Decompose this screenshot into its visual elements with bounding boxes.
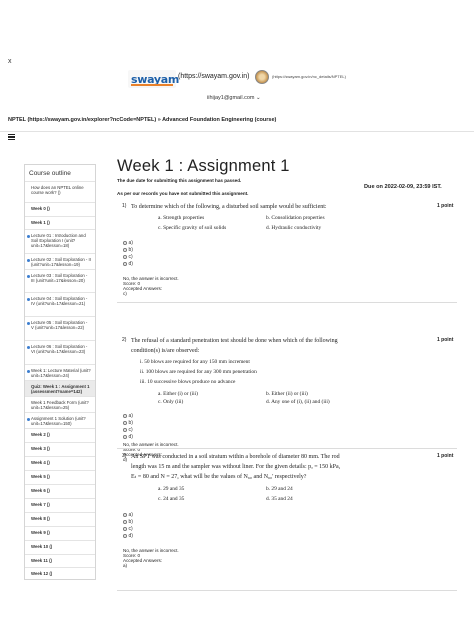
question-points: 1 point [437, 337, 454, 343]
radio-option-a[interactable]: a) [123, 413, 133, 419]
sidebar-item-lecture-03[interactable]: Lecture 03 : Soil Exploration - III (uni… [25, 269, 95, 286]
swayam-logo[interactable]: swayam [128, 70, 179, 88]
sidebar-item-week-10[interactable]: Week 10 () [25, 540, 95, 552]
sidebar-item-week-12[interactable]: Week 12 () [25, 567, 95, 579]
option-text: c. 24 and 35 [158, 496, 185, 502]
sidebar-item-week-1[interactable]: Week 1 () [25, 216, 95, 228]
option-text: b. Consolidation properties [266, 215, 325, 221]
answer-feedback: No, the answer is incorrect. Score: 0 Ac… [123, 548, 179, 568]
status-dot-icon [26, 369, 30, 373]
question-text: An SPT was conducted in a soil stratum w… [131, 454, 341, 480]
sidebar-item-week-6[interactable]: Week 6 () [25, 484, 95, 496]
sidebar-item-week-3[interactable]: Week 3 () [25, 442, 95, 454]
question-number: 2) [122, 337, 127, 343]
radio-option-c[interactable]: c) [123, 526, 133, 532]
option-text: d. Any one of (i), (ii) and (iii) [266, 399, 330, 405]
hamburger-menu-icon[interactable] [8, 134, 15, 141]
condition-text: iii. 10 successive blows produce no adva… [140, 379, 236, 385]
user-menu[interactable]: iihijay1@gmail.com ⌄ [207, 95, 261, 101]
radio-option-b[interactable]: b) [123, 420, 133, 426]
sidebar-item-lecture-04[interactable]: Lecture 04 : Soil Exploration - IV (unit… [25, 292, 95, 309]
radio-option-c[interactable]: c) [123, 254, 133, 260]
sidebar-item-lecture-material[interactable]: Week 1: Lecture Material (unit?unit=17&l… [25, 364, 95, 381]
radio-option-a[interactable]: a) [123, 512, 133, 518]
radio-option-b[interactable]: b) [123, 519, 133, 525]
radio-option-d[interactable]: d) [123, 261, 133, 267]
sidebar-item-lecture-01[interactable]: Lecture 01 : Introduction and Soil Explo… [25, 229, 95, 252]
chevron-down-icon: ⌄ [256, 95, 261, 101]
question-number: 1) [122, 203, 127, 209]
option-text: a. Strength properties [158, 215, 205, 221]
status-dot-icon [26, 345, 30, 349]
status-dot-icon [26, 321, 30, 325]
condition-text: i. 50 blows are required for any 150 mm … [140, 359, 250, 365]
nptel-link[interactable]: (https://swayam.gov.in/nc_details/NPTEL) [272, 74, 346, 79]
option-text: c. Specific gravity of soil solids [158, 225, 227, 231]
sidebar-title: Course outline [29, 170, 71, 177]
nptel-emblem-icon[interactable] [255, 70, 269, 84]
sidebar-item-how-it-works[interactable]: How does an NPTEL online course work? () [25, 181, 95, 198]
sidebar-item-lecture-05[interactable]: Lecture 05 : Soil Exploration - V (unit?… [25, 316, 95, 333]
user-email: iihijay1@gmail.com [207, 95, 255, 101]
question-divider [117, 448, 457, 449]
radio-option-c[interactable]: c) [123, 427, 133, 433]
question-points: 1 point [437, 453, 454, 459]
due-date-passed-note: The due date for submitting this assignm… [117, 178, 242, 183]
option-text: c. Only (iii) [158, 399, 184, 405]
logo-underline [131, 84, 173, 86]
status-dot-icon [26, 234, 30, 238]
question-divider [117, 302, 457, 303]
option-text: b. 29 and 24 [266, 486, 293, 492]
radio-option-b[interactable]: b) [123, 247, 133, 253]
option-text: d. 35 and 24 [266, 496, 293, 502]
status-dot-icon [26, 417, 30, 421]
sidebar-item-week-9[interactable]: Week 9 () [25, 526, 95, 538]
sidebar-item-week-4[interactable]: Week 4 () [25, 456, 95, 468]
due-date: Due on 2022-02-09, 23:59 IST. [364, 184, 442, 190]
radio-option-d[interactable]: d) [123, 533, 133, 539]
option-text: a. Either (i) or (iii) [158, 391, 198, 397]
header-divider [0, 131, 474, 132]
option-text: b. Either (ii) or (iii) [266, 391, 308, 397]
swayam-link[interactable]: (https://swayam.gov.in) [178, 73, 249, 80]
sidebar-item-feedback-form[interactable]: Week 1 Feedback Form (unit?unit=17&lesso… [25, 396, 95, 413]
question-number: 3) [122, 453, 127, 459]
sidebar-item-week-0[interactable]: Week 0 () [25, 202, 95, 214]
sidebar-item-assignment-solution[interactable]: Assignment 1 Solution (unit?unit=17&less… [25, 412, 95, 429]
sidebar-item-week-11[interactable]: Week 11 () [25, 554, 95, 566]
sidebar-item-week-8[interactable]: Week 8 () [25, 512, 95, 524]
breadcrumb[interactable]: NPTEL (https://swayam.gov.in/explorer?nc… [8, 117, 276, 123]
radio-option-a[interactable]: a) [123, 240, 133, 246]
question-points: 1 point [437, 203, 454, 209]
course-outline-sidebar: Course outline How does an NPTEL online … [24, 164, 96, 580]
not-submitted-note: As per our records you have not submitte… [117, 191, 249, 196]
question-text: To determine which of the following, a d… [131, 204, 327, 210]
sidebar-item-lecture-02[interactable]: Lecture 02 : Soil Exploration - II (unit… [25, 253, 95, 270]
option-text: d. Hydraulic conductivity [266, 225, 322, 231]
sidebar-item-week-2[interactable]: Week 2 () [25, 428, 95, 440]
sidebar-item-week-5[interactable]: Week 5 () [25, 470, 95, 482]
sidebar-item-lecture-06[interactable]: Lecture 06 : Soil Exploration - VI (unit… [25, 340, 95, 357]
question-text: The refusal of a standard penetration te… [131, 338, 338, 354]
status-dot-icon [26, 258, 30, 262]
status-dot-icon [26, 297, 30, 301]
sidebar-item-week-7[interactable]: Week 7 () [25, 498, 95, 510]
condition-text: ii. 100 blows are required for any 300 m… [140, 369, 257, 375]
close-icon[interactable]: x [8, 58, 12, 65]
radio-option-d[interactable]: d) [123, 434, 133, 440]
option-text: a. 29 and 35 [158, 486, 185, 492]
page-title: Week 1 : Assignment 1 [117, 157, 290, 175]
sidebar-item-assignment-1[interactable]: Quiz: Week 1 : Assignment 1 (assessment?… [25, 380, 95, 398]
answer-feedback: No, the answer is incorrect. Score: 0 Ac… [123, 276, 179, 296]
question-divider [117, 590, 457, 591]
status-dot-icon [26, 274, 30, 278]
